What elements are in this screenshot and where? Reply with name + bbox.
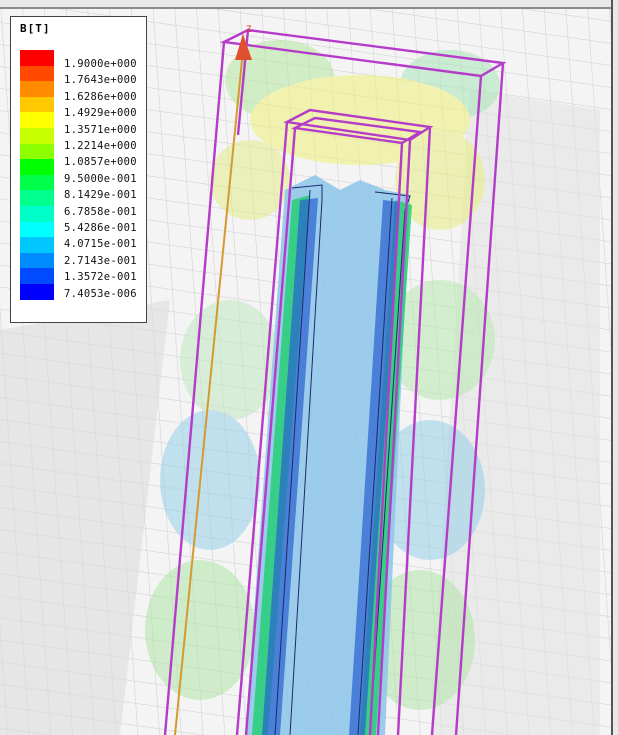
legend-label: 7.4053e-006 [64,287,137,300]
legend-label: 1.3571e+000 [64,123,137,136]
legend-label: 9.5000e-001 [64,172,137,185]
legend-band [20,127,54,144]
legend-band [20,112,54,128]
legend-band [20,96,54,113]
legend-label: 2.7143e-001 [64,254,137,267]
legend-band [20,159,54,175]
legend-band [20,252,54,269]
legend-band [20,65,54,82]
3d-viewport[interactable]: Z B[T] 1.9000e+000 1.7643e+000 1.6286e+000… [0,0,618,735]
legend-band [20,50,54,66]
legend-band [20,81,54,97]
legend-label: 1.9000e+000 [64,58,137,70]
legend-label: 1.4929e+000 [64,107,137,120]
field-legend[interactable]: B[T] 1.9000e+000 1.7643e+000 1.6286e+000 1.… [10,16,147,323]
legend-title: B[T] [20,22,51,35]
legend-label: 1.2214e+000 [64,140,137,152]
legend-label: 8.1429e-001 [64,189,137,202]
legend-label: 1.6286e+000 [64,90,137,103]
legend-band [20,190,54,206]
z-axis-label: Z [246,25,252,35]
legend-band [20,205,54,222]
legend-label: 6.7858e-001 [64,205,137,218]
legend-label: 5.4286e-001 [64,222,137,234]
viewport-right-border [611,0,618,735]
legend-label: 1.3572e-001 [64,271,137,284]
legend-band [20,143,54,160]
legend-band [20,221,54,238]
legend-band [20,283,54,300]
legend-band [20,174,54,191]
legend-band [20,268,54,284]
viewport-top-border [0,0,618,9]
legend-label: 4.0715e-001 [64,238,137,251]
legend-label: 1.7643e+000 [64,74,137,87]
legend-label: 1.0857e+000 [64,156,137,169]
legend-color-bar [20,50,54,300]
legend-band [20,237,54,253]
